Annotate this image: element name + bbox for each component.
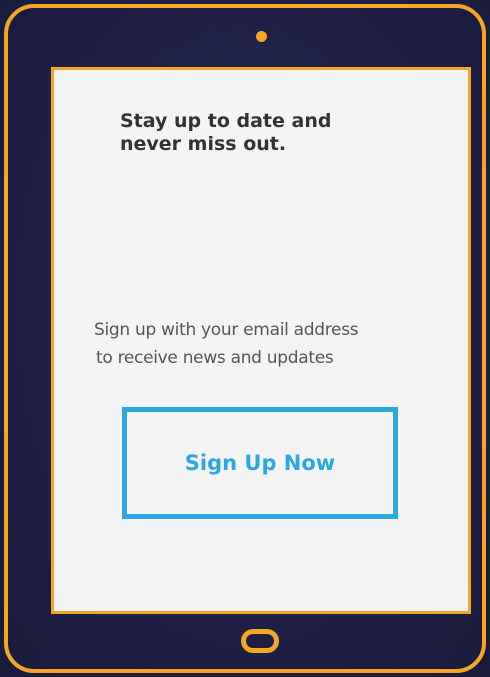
sign-up-now-label: Sign Up Now	[184, 451, 336, 475]
headline-line-1: Stay up to date and	[120, 110, 332, 132]
sign-up-now-button[interactable]: Sign Up Now	[122, 407, 398, 519]
signup-description-line-1: Sign up with your email address	[94, 320, 359, 340]
signup-description-line-2: to receive news and updates	[96, 348, 334, 368]
signup-description: Sign up with your email address to recei…	[94, 316, 474, 372]
camera-icon	[256, 31, 267, 42]
tablet-screen: Stay up to date and never miss out. Sign…	[51, 67, 471, 614]
background: Stay up to date and never miss out. Sign…	[0, 0, 490, 677]
headline: Stay up to date and never miss out.	[120, 110, 420, 156]
headline-line-2: never miss out.	[120, 133, 287, 155]
home-button-icon[interactable]	[241, 629, 279, 653]
